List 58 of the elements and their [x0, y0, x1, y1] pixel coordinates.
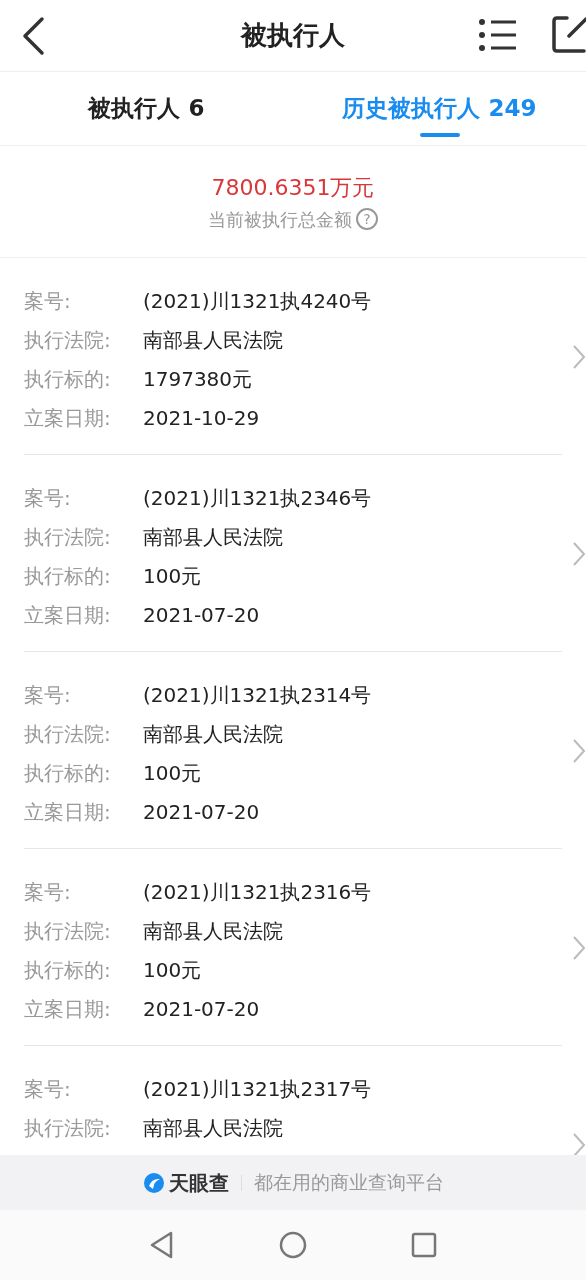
menu-icon[interactable] [478, 18, 518, 52]
case-card[interactable]: 案号: (2021)川1321执4240号 执行法院: 南部县人民法院 执行标的: 1797380元 立案日期: 2021-10-29 [24, 258, 562, 455]
field-label: 案号: [24, 484, 72, 512]
tab[interactable]: 被执行人 6 [0, 72, 293, 145]
field-label: 案号: [24, 287, 72, 315]
field-label: 案号: [24, 878, 72, 906]
field-value: (2021)川1321执4240号 [143, 287, 372, 315]
logo-icon [142, 1171, 165, 1194]
slogan: 都在用的商业查询平台 [253, 1170, 444, 1196]
field-label: 立案日期: [24, 995, 112, 1023]
field-value: 2021-10-29 [143, 404, 260, 432]
back-icon[interactable] [20, 16, 46, 56]
recents-nav-icon[interactable] [411, 1232, 437, 1258]
page-title: 被执行人 [241, 19, 345, 52]
total-caption: 当前被执行总金额 [208, 207, 352, 232]
field-value: 南部县人民法院 [143, 1114, 283, 1142]
field-label: 执行法院: [24, 917, 112, 945]
field-value: 100元 [143, 759, 202, 787]
field-label: 立案日期: [24, 798, 112, 826]
field-value: 100元 [143, 562, 202, 590]
field-value: 2021-07-20 [143, 601, 260, 629]
field-label: 案号: [24, 1075, 72, 1103]
chevron-right-icon [572, 541, 586, 567]
field-label: 执行法院: [24, 523, 112, 551]
case-card[interactable]: 案号: (2021)川1321执2314号 执行法院: 南部县人民法院 执行标的: 100元 立案日期: 2021-07-20 [24, 652, 562, 849]
back-nav-icon[interactable] [149, 1231, 175, 1259]
field-label: 立案日期: [24, 601, 112, 629]
field-value: 100元 [143, 956, 202, 984]
field-label: 执行法院: [24, 326, 112, 354]
brand-name: 天眼查 [168, 1169, 229, 1197]
field-label: 立案日期: [24, 404, 112, 432]
home-nav-icon[interactable] [279, 1231, 307, 1259]
field-label: 执行标的: [24, 562, 112, 590]
field-value: (2021)川1321执2316号 [143, 878, 372, 906]
share-icon[interactable] [551, 14, 586, 54]
field-value: 南部县人民法院 [143, 917, 283, 945]
field-label: 执行法院: [24, 1114, 112, 1142]
field-value: (2021)川1321执2314号 [143, 681, 372, 709]
case-card[interactable]: 案号: (2021)川1321执2316号 执行法院: 南部县人民法院 执行标的: 100元 立案日期: 2021-07-20 [24, 849, 562, 1046]
field-value: 南部县人民法院 [143, 523, 283, 551]
field-value: 1797380元 [143, 365, 253, 393]
field-label: 执行标的: [24, 759, 112, 787]
field-value: 南部县人民法院 [143, 720, 283, 748]
field-value: 2021-07-20 [143, 798, 260, 826]
field-label: 执行标的: [24, 365, 112, 393]
field-label: 执行法院: [24, 720, 112, 748]
total-amount: 7800.6351万元 [211, 173, 375, 202]
field-label: 执行标的: [24, 956, 112, 984]
chevron-right-icon [572, 1132, 586, 1155]
chevron-right-icon [572, 738, 586, 764]
field-label: 案号: [24, 681, 72, 709]
case-card[interactable]: 案号: (2021)川1321执2346号 执行法院: 南部县人民法院 执行标的: 100元 立案日期: 2021-07-20 [24, 455, 562, 652]
field-value: 2021-07-20 [143, 995, 260, 1023]
chevron-right-icon [572, 935, 586, 961]
field-value: (2021)川1321执2317号 [143, 1075, 372, 1103]
chevron-right-icon [572, 344, 586, 370]
field-value: (2021)川1321执2346号 [143, 484, 372, 512]
field-value: 南部县人民法院 [143, 326, 283, 354]
